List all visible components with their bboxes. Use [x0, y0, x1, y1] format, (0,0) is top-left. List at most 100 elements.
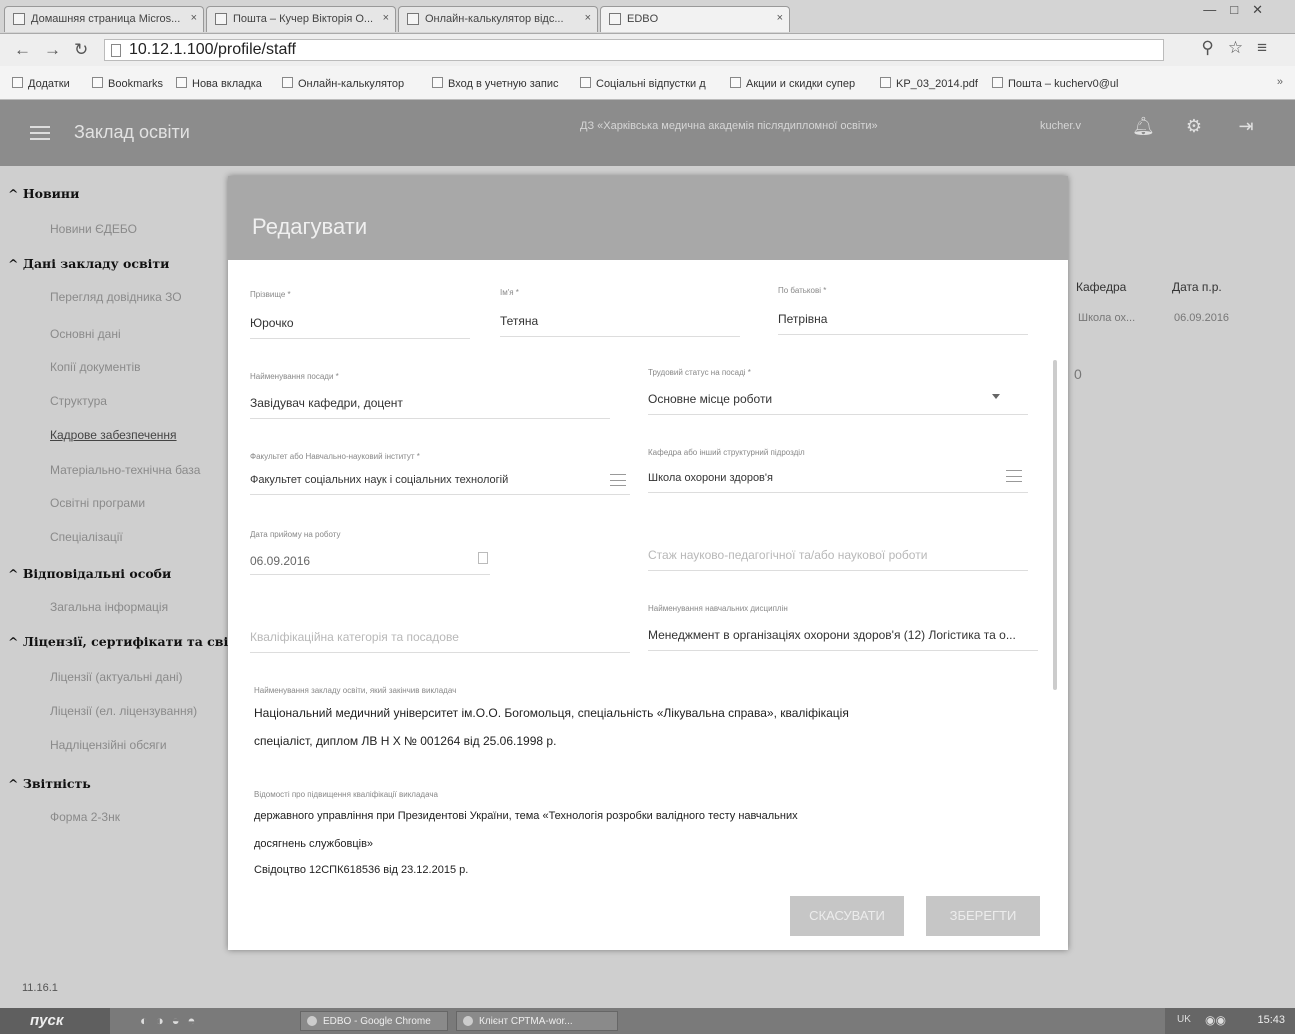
sidebar-section-institution-data[interactable]: ^ Дані закладу освіти [8, 256, 169, 271]
close-icon[interactable]: × [585, 12, 591, 24]
taskbar-item[interactable]: Клієнт СРТМА-wor... [456, 1011, 618, 1031]
table-header-department[interactable]: Кафедра [1076, 280, 1126, 294]
taskbar-item-label: Клієнт СРТМА-wor... [479, 1016, 573, 1027]
sidebar-section-licenses[interactable]: ^ Ліцензії, сертифікати та свід [8, 634, 237, 649]
sidebar-item-documents[interactable]: Копії документів [50, 360, 141, 374]
url-field[interactable]: 10.12.1.100/profile/staff [104, 39, 1164, 61]
bookmark-item[interactable]: KP_03_2014.pdf [880, 77, 978, 90]
bookmark-label: Додатки [28, 78, 70, 90]
app-title: Заклад освіти [74, 122, 190, 142]
tray-icons[interactable]: ◉◉ [1205, 1013, 1226, 1027]
institution-name: ДЗ «Харківська медична академія післядип… [580, 120, 878, 132]
browser-tab[interactable]: Домашняя страница Micros... × [4, 6, 204, 32]
address-bar-row: ← → ↻ 10.12.1.100/profile/staff ⚲☆≡ [0, 34, 1295, 66]
qualification-category-field[interactable]: Кваліфікаційна категорія та посадове [250, 630, 459, 644]
save-button[interactable]: ЗБЕРЕГТИ [926, 896, 1040, 936]
scrollbar-thumb[interactable] [1053, 360, 1057, 690]
cancel-button[interactable]: СКАСУВАТИ [790, 896, 904, 936]
sidebar-item-specializations[interactable]: Спеціалізації [50, 530, 123, 544]
quick-launch-icons[interactable]: ◐◑◒◓ [140, 1013, 203, 1028]
client-icon [463, 1016, 473, 1026]
education-line[interactable]: спеціаліст, диплом ЛВ Н Х № 001264 від 2… [254, 734, 556, 748]
sidebar-item-extra-volumes[interactable]: Надліцензійні обсяги [50, 738, 167, 752]
close-icon[interactable]: × [191, 12, 197, 24]
close-icon[interactable]: × [383, 12, 389, 24]
bookmark-item[interactable]: Акции и скидки супер [730, 77, 855, 90]
patronymic-field[interactable]: Петрівна [778, 312, 827, 326]
start-button[interactable]: пуск [0, 1008, 110, 1034]
name-field[interactable]: Тетяна [500, 314, 538, 328]
qual-upgrade-line[interactable]: Свідоцтво 12СПК618536 від 23.12.2015 р. [254, 864, 468, 876]
sidebar-item-licenses-current[interactable]: Ліцензії (актуальні дані) [50, 670, 183, 684]
browser-tabstrip: Домашняя страница Micros... × Пошта – Ку… [0, 0, 1295, 34]
sidebar-section-responsible[interactable]: ^ Відповідальні особи [8, 566, 171, 581]
disciplines-field[interactable]: Менеджмент в організаціях охорони здоров… [648, 628, 1016, 642]
employment-label: Трудовий статус на посаді * [648, 368, 751, 377]
gear-icon[interactable]: ⚙ [1184, 116, 1204, 138]
sidebar-section-reports[interactable]: ^ Звітність [8, 776, 91, 791]
surname-label: Прізвище * [250, 290, 291, 299]
list-icon[interactable] [610, 474, 626, 486]
browser-tab[interactable]: Пошта – Кучер Вікторія О... × [206, 6, 396, 32]
bookmarks-overflow-button[interactable]: » [1277, 76, 1283, 88]
sidebar-item-main-data[interactable]: Основні дані [50, 327, 121, 341]
user-name[interactable]: kucher.v [1040, 120, 1081, 132]
language-indicator[interactable]: UK [1177, 1014, 1191, 1025]
browser-right-icons[interactable]: ⚲☆≡ [1201, 38, 1281, 58]
hire-date-field[interactable]: 06.09.2016 [250, 554, 310, 568]
education-line[interactable]: Національний медичний університет ім.О.О… [254, 706, 849, 720]
position-field[interactable]: Завідувач кафедри, доцент [250, 396, 403, 410]
back-arrow-icon[interactable]: ← [14, 40, 31, 60]
close-icon[interactable]: × [777, 12, 783, 24]
sidebar-item-material-base[interactable]: Матеріально-технічна база [50, 463, 200, 477]
bookmark-item[interactable]: Додатки [12, 77, 70, 90]
department-field[interactable]: Школа охорони здоров'я [648, 472, 773, 484]
window-controls[interactable]: —□✕ [1203, 2, 1277, 18]
chevron-down-icon[interactable] [992, 394, 1000, 399]
field-underline [648, 492, 1028, 493]
bookmark-label: KP_03_2014.pdf [896, 78, 978, 90]
sidebar-item-licenses-electronic[interactable]: Ліцензії (ел. ліцензування) [50, 704, 197, 718]
reload-icon[interactable]: ↻ [74, 40, 88, 60]
apps-icon [12, 77, 23, 88]
sidebar-item-edebo-news[interactable]: Новини ЄДЕБО [50, 222, 137, 236]
system-tray: UK ◉◉ 15:43 [1165, 1008, 1295, 1034]
workload-field[interactable]: Стаж науково-педагогічної та/або науково… [648, 548, 927, 562]
field-underline [648, 414, 1028, 415]
browser-tab[interactable]: Онлайн-калькулятор відс... × [398, 6, 598, 32]
dialog-scrollbar[interactable] [1050, 260, 1060, 870]
windows-icon [432, 77, 443, 88]
education-label: Найменування закладу освіти, який закінч… [254, 686, 457, 695]
tab-label: Домашняя страница Micros... [31, 13, 181, 25]
list-icon[interactable] [1006, 470, 1022, 482]
bookmark-item[interactable]: Вход в учетную запис [432, 77, 559, 90]
qual-upgrade-line[interactable]: державного управління при Президентові У… [254, 810, 798, 822]
bookmark-item[interactable]: Пошта – kucherv0@ul [992, 77, 1118, 90]
sidebar-item-staffing[interactable]: Кадрове забезпечення [50, 428, 177, 442]
qual-upgrade-line[interactable]: досягнень службовців» [254, 838, 373, 850]
sidebar-item-general-info[interactable]: Загальна інформація [50, 600, 168, 614]
logout-icon[interactable]: ⇥ [1236, 116, 1256, 138]
sidebar-item-structure[interactable]: Структура [50, 394, 107, 408]
sidebar-item-form-23nk[interactable]: Форма 2-3нк [50, 810, 120, 824]
browser-tab-active[interactable]: EDBO × [600, 6, 790, 32]
faculty-field[interactable]: Факультет соціальних наук і соціальних т… [250, 474, 508, 486]
bell-icon[interactable]: 🔔︎ [1132, 116, 1155, 138]
bookmarks-bar: Додатки Bookmarks Нова вкладка Онлайн-ка… [0, 66, 1295, 100]
table-header-date[interactable]: Дата п.р. [1172, 280, 1222, 294]
calendar-icon[interactable] [478, 552, 488, 564]
taskbar-item[interactable]: EDBO - Google Chrome [300, 1011, 448, 1031]
table-cell: Школа ох... [1078, 312, 1136, 324]
sidebar-item-edu-programs[interactable]: Освітні програми [50, 496, 145, 510]
menu-icon[interactable] [30, 126, 50, 140]
bookmark-item[interactable]: Нова вкладка [176, 77, 262, 90]
app-toolbar: Заклад освіти ДЗ «Харківська медична ака… [0, 100, 1295, 166]
forward-arrow-icon[interactable]: → [44, 40, 61, 60]
bookmark-item[interactable]: Соціальні відпустки д [580, 77, 706, 90]
surname-field[interactable]: Юрочко [250, 316, 294, 330]
bookmark-item[interactable]: Bookmarks [92, 77, 163, 90]
sidebar-section-news[interactable]: ^ Новини [8, 186, 79, 201]
bookmark-item[interactable]: Онлайн-калькулятор [282, 77, 404, 90]
employment-select[interactable]: Основне місце роботи [648, 392, 772, 406]
sidebar-item-directory[interactable]: Перегляд довідника ЗО [50, 290, 182, 304]
